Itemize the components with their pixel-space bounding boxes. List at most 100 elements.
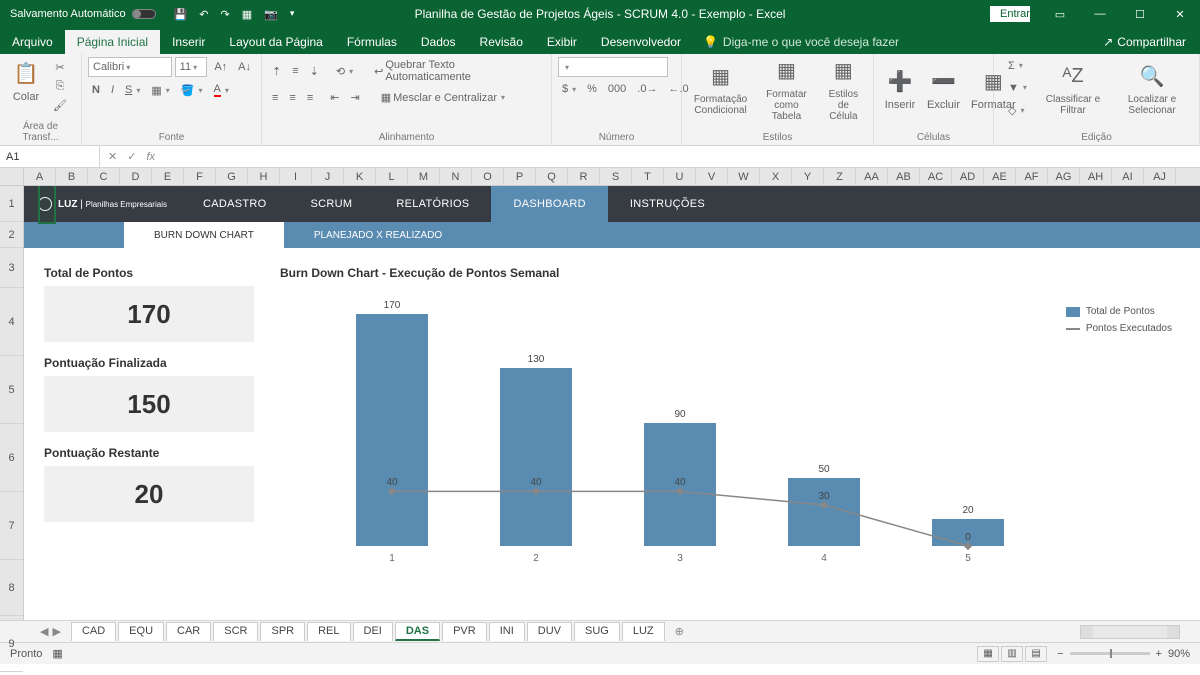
col-G[interactable]: G (216, 168, 248, 185)
col-Q[interactable]: Q (536, 168, 568, 185)
col-H[interactable]: H (248, 168, 280, 185)
border-icon[interactable]: ▦ (147, 82, 173, 99)
zoom-in-icon[interactable]: + (1156, 648, 1162, 660)
row-1[interactable]: 1 (0, 186, 23, 222)
add-sheet-button[interactable]: ⊕ (675, 625, 684, 638)
view-normal-icon[interactable]: ▦ (977, 646, 999, 662)
align-center-icon[interactable]: ≡ (285, 90, 299, 106)
merge-button[interactable]: ▦ Mesclar e Centralizar (377, 89, 509, 106)
tab-insert[interactable]: Inserir (160, 30, 217, 54)
cell-styles-button[interactable]: ▦Estilos de Célula (820, 55, 867, 122)
col-S[interactable]: S (600, 168, 632, 185)
col-AB[interactable]: AB (888, 168, 920, 185)
increase-decimal-icon[interactable]: .0→ (633, 81, 661, 97)
tab-review[interactable]: Revisão (468, 30, 535, 54)
number-format-select[interactable] (558, 57, 668, 77)
sheet-tab-SPR[interactable]: SPR (260, 622, 305, 641)
row-7[interactable]: 7 (0, 492, 23, 560)
row-6[interactable]: 6 (0, 424, 23, 492)
decrease-font-icon[interactable]: A↓ (234, 59, 255, 75)
col-R[interactable]: R (568, 168, 600, 185)
zoom-out-icon[interactable]: − (1057, 648, 1063, 660)
col-D[interactable]: D (120, 168, 152, 185)
col-N[interactable]: N (440, 168, 472, 185)
col-J[interactable]: J (312, 168, 344, 185)
orientation-icon[interactable]: ⟲ (332, 63, 357, 80)
col-AG[interactable]: AG (1048, 168, 1080, 185)
nav-dashboard[interactable]: DASHBOARD (491, 186, 607, 222)
row-2[interactable]: 2 (0, 222, 23, 248)
sheet-tab-SUG[interactable]: SUG (574, 622, 620, 641)
percent-icon[interactable]: % (583, 81, 601, 97)
tab-scroll-right-icon[interactable]: ▶ (52, 625, 60, 638)
fill-color-icon[interactable]: 🪣 (177, 82, 207, 99)
col-AA[interactable]: AA (856, 168, 888, 185)
sheet-tab-INI[interactable]: INI (489, 622, 525, 641)
font-size-select[interactable]: 11 (175, 57, 208, 77)
col-Y[interactable]: Y (792, 168, 824, 185)
row-3[interactable]: 3 (0, 248, 23, 288)
sheet-tab-SCR[interactable]: SCR (213, 622, 258, 641)
align-top-icon[interactable]: ⇡ (268, 63, 285, 80)
cut-icon[interactable]: ✂ (55, 61, 64, 74)
signin-button[interactable]: Entrar (990, 6, 1030, 22)
col-O[interactable]: O (472, 168, 504, 185)
ribbon-options-icon[interactable]: ▭ (1040, 8, 1080, 21)
align-middle-icon[interactable]: ≡ (288, 63, 302, 79)
sheet-tab-EQU[interactable]: EQU (118, 622, 164, 641)
horizontal-scrollbar[interactable] (1080, 625, 1180, 639)
nav-scrum[interactable]: SCRUM (289, 186, 375, 222)
align-right-icon[interactable]: ≡ (303, 90, 317, 106)
col-Z[interactable]: Z (824, 168, 856, 185)
decrease-indent-icon[interactable]: ⇤ (326, 89, 343, 106)
col-U[interactable]: U (664, 168, 696, 185)
tab-developer[interactable]: Desenvolvedor (589, 30, 693, 54)
subtab-planejado[interactable]: PLANEJADO X REALIZADO (284, 222, 472, 248)
worksheet[interactable]: LUZ | Planilhas Empresariais CADASTRO SC… (24, 186, 1200, 620)
maximize-icon[interactable]: ☐ (1120, 8, 1160, 21)
currency-icon[interactable]: $ (558, 81, 580, 97)
comma-icon[interactable]: 000 (604, 81, 630, 97)
col-M[interactable]: M (408, 168, 440, 185)
col-P[interactable]: P (504, 168, 536, 185)
copy-icon[interactable]: ⎘ (56, 80, 65, 93)
col-AJ[interactable]: AJ (1144, 168, 1176, 185)
col-X[interactable]: X (760, 168, 792, 185)
row-5[interactable]: 5 (0, 356, 23, 424)
tab-view[interactable]: Exibir (535, 30, 589, 54)
increase-indent-icon[interactable]: ⇥ (346, 89, 363, 106)
subtab-burndown[interactable]: BURN DOWN CHART (124, 222, 284, 248)
align-left-icon[interactable]: ≡ (268, 90, 282, 106)
name-box[interactable]: A1 (0, 146, 100, 167)
minimize-icon[interactable]: — (1080, 8, 1120, 20)
find-select-button[interactable]: 🔍Localizar e Selecionar (1111, 60, 1193, 116)
view-page-break-icon[interactable]: ▤ (1025, 646, 1047, 662)
row-9[interactable]: 9 (0, 616, 23, 672)
col-AF[interactable]: AF (1016, 168, 1048, 185)
sheet-tab-DEI[interactable]: DEI (353, 622, 393, 641)
col-A[interactable]: A (24, 168, 56, 185)
align-bottom-icon[interactable]: ⇣ (306, 63, 323, 80)
col-E[interactable]: E (152, 168, 184, 185)
tab-data[interactable]: Dados (409, 30, 468, 54)
col-F[interactable]: F (184, 168, 216, 185)
share-button[interactable]: ↗ Compartilhar (1089, 30, 1200, 54)
col-W[interactable]: W (728, 168, 760, 185)
col-AD[interactable]: AD (952, 168, 984, 185)
tab-scroll-left-icon[interactable]: ◀ (40, 625, 48, 638)
nav-cadastro[interactable]: CADASTRO (181, 186, 289, 222)
delete-cells-button[interactable]: ➖Excluir (923, 65, 964, 111)
italic-icon[interactable]: I (107, 82, 118, 98)
col-AI[interactable]: AI (1112, 168, 1144, 185)
wrap-text-button[interactable]: ↩ Quebrar Texto Automaticamente (370, 57, 545, 85)
col-L[interactable]: L (376, 168, 408, 185)
increase-font-icon[interactable]: A↑ (210, 59, 231, 75)
col-T[interactable]: T (632, 168, 664, 185)
format-painter-icon[interactable]: 🖌 (53, 99, 67, 112)
sheet-tab-LUZ[interactable]: LUZ (622, 622, 665, 641)
select-all-corner[interactable] (0, 168, 24, 185)
insert-cells-button[interactable]: ➕Inserir (880, 65, 920, 111)
paste-button[interactable]: Colar (13, 91, 39, 103)
nav-relatorios[interactable]: RELATÓRIOS (374, 186, 491, 222)
col-V[interactable]: V (696, 168, 728, 185)
